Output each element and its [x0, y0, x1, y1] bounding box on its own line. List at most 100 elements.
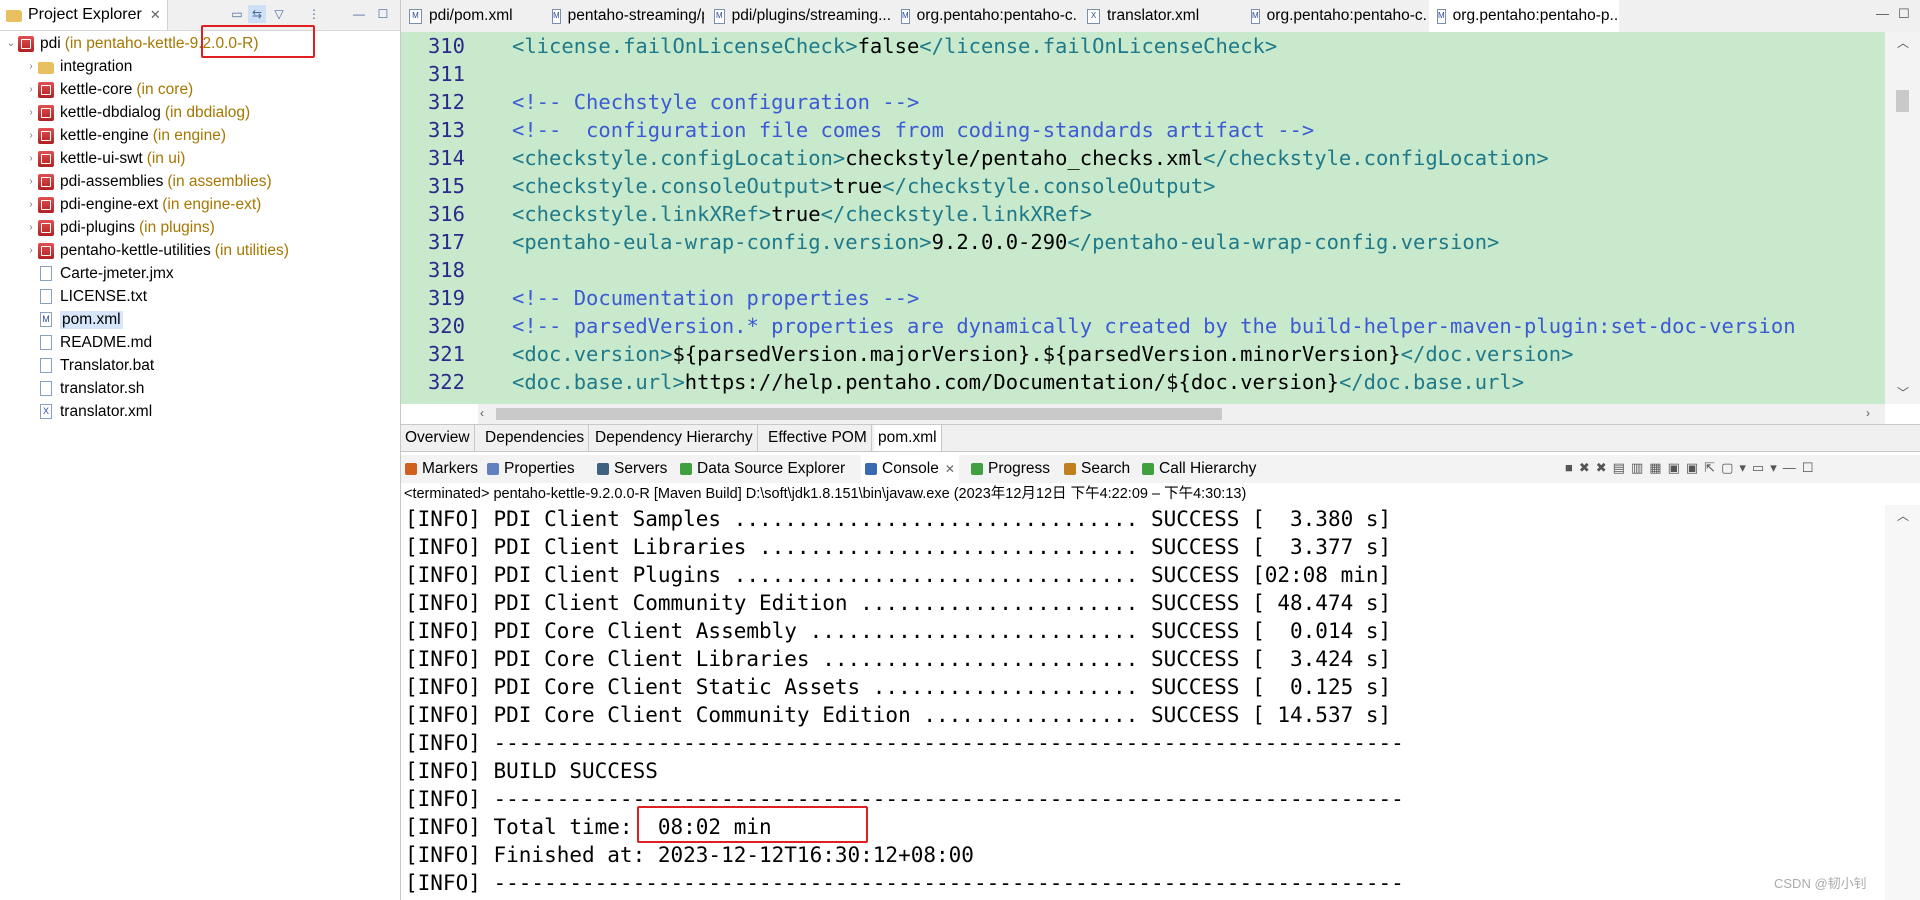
- maximize-icon[interactable]: ☐: [374, 5, 392, 23]
- console-line: [INFO] PDI Client Libraries ............…: [405, 535, 1392, 559]
- editor-tab-label: org.pentaho:pentaho-p...: [1452, 7, 1619, 24]
- tree-item[interactable]: › kettle-core (in core): [0, 78, 400, 101]
- tree-item[interactable]: › kettle-ui-swt (in ui): [0, 147, 400, 170]
- console-vertical-scrollbar[interactable]: ︿: [1885, 505, 1920, 900]
- remove-launch-icon[interactable]: ✖: [1579, 460, 1590, 478]
- editor-scroll-thumb[interactable]: [1896, 90, 1909, 112]
- tree-item[interactable]: › integration: [0, 55, 400, 78]
- tree-item[interactable]: › pdi-plugins (in plugins): [0, 216, 400, 239]
- view-tab[interactable]: Call Hierarchy: [1142, 455, 1256, 483]
- chevron-right-icon[interactable]: ›: [24, 84, 38, 95]
- pom-tab[interactable]: Effective POM: [764, 425, 872, 451]
- terminate-icon[interactable]: ■: [1565, 460, 1573, 478]
- line-number: 315: [427, 174, 465, 198]
- tree-item[interactable]: › pentaho-kettle-utilities (in utilities): [0, 239, 400, 262]
- tree-item[interactable]: Translator.bat: [0, 354, 400, 377]
- chevron-right-icon[interactable]: ›: [24, 61, 38, 72]
- xml-file-icon: M: [1251, 8, 1260, 24]
- pom-tab[interactable]: pom.xml: [874, 425, 942, 451]
- tree-item[interactable]: LICENSE.txt: [0, 285, 400, 308]
- minimize-icon[interactable]: —: [350, 5, 368, 23]
- scroll-up-icon[interactable]: ︿: [1897, 34, 1909, 51]
- show-console-output-icon[interactable]: ▣: [1668, 460, 1680, 478]
- close-icon[interactable]: ✕: [945, 462, 955, 476]
- scroll-down-icon[interactable]: ﹀: [1897, 384, 1909, 401]
- chevron-right-icon[interactable]: ›: [24, 130, 38, 141]
- xml-file-icon: M: [901, 8, 910, 24]
- console-maximize-icon[interactable]: ☐: [1802, 460, 1814, 478]
- xml-tag: <checkstyle.consoleOutput>: [512, 174, 833, 198]
- tree-item[interactable]: Carte-jmeter.jmx: [0, 262, 400, 285]
- editor-tab[interactable]: Mpentaho-streaming/po...: [544, 0, 704, 32]
- view-tab[interactable]: Servers: [597, 455, 667, 483]
- horizontal-scroll-thumb[interactable]: [496, 408, 1222, 420]
- tree-item[interactable]: README.md: [0, 331, 400, 354]
- scroll-up-icon[interactable]: ︿: [1897, 507, 1909, 524]
- chevron-right-icon[interactable]: ›: [24, 107, 38, 118]
- view-tab-icon: [405, 463, 417, 475]
- view-menu-icon[interactable]: ▾: [1770, 460, 1777, 478]
- project-explorer-tab[interactable]: Project Explorer ✕: [0, 0, 168, 30]
- console-output[interactable]: [INFO] PDI Client Samples ..............…: [401, 505, 1885, 900]
- word-wrap-icon[interactable]: ▦: [1649, 460, 1661, 478]
- clear-console-icon[interactable]: ▤: [1613, 460, 1625, 478]
- tree-item[interactable]: ⌄ pdi (in pentaho-kettle-9.2.0.0-R): [0, 32, 400, 55]
- filter-icon[interactable]: ▽: [270, 5, 288, 23]
- tree-item[interactable]: Xtranslator.xml: [0, 400, 400, 423]
- link-with-editor-icon[interactable]: ⇆: [248, 5, 266, 23]
- editor-tab[interactable]: Xtranslator.xml: [1079, 0, 1241, 32]
- show-console-error-icon[interactable]: ▣: [1686, 460, 1698, 478]
- editor-tab[interactable]: Morg.pentaho:pentaho-p...✕: [1429, 0, 1619, 32]
- code-line: 319 <!-- Documentation properties -->: [401, 284, 919, 312]
- new-console-icon[interactable]: ▭: [1752, 460, 1764, 478]
- chevron-right-icon[interactable]: ›: [24, 199, 38, 210]
- tree-item-location: (in dbdialog): [164, 103, 251, 121]
- editor-tab[interactable]: Morg.pentaho:pentaho-c...: [893, 0, 1077, 32]
- view-tab[interactable]: Data Source Explorer: [680, 455, 845, 483]
- console-line: [INFO] PDI Core Client Assembly ........…: [405, 619, 1392, 643]
- maximize-icon[interactable]: ☐: [1898, 6, 1910, 22]
- editor-horizontal-scrollbar[interactable]: ‹ ›: [478, 404, 1885, 424]
- close-icon[interactable]: ✕: [150, 7, 161, 23]
- tree-item[interactable]: › kettle-dbdialog (in dbdialog): [0, 101, 400, 124]
- tree-item[interactable]: translator.sh: [0, 377, 400, 400]
- chevron-right-icon[interactable]: ›: [24, 245, 38, 256]
- remove-all-icon[interactable]: ✖: [1596, 460, 1607, 478]
- tree-item[interactable]: › pdi-assemblies (in assemblies): [0, 170, 400, 193]
- pom-tab[interactable]: Dependency Hierarchy: [591, 425, 758, 451]
- pom-tab[interactable]: Overview: [401, 425, 475, 451]
- scroll-right-icon[interactable]: ›: [1866, 406, 1870, 420]
- chevron-right-icon[interactable]: ›: [24, 222, 38, 233]
- tree-item-label: pentaho-kettle-utilities: [60, 241, 211, 259]
- pin-console-icon[interactable]: ⇱: [1704, 460, 1715, 478]
- console-minimize-icon[interactable]: —: [1783, 460, 1796, 478]
- tree-item[interactable]: › kettle-engine (in engine): [0, 124, 400, 147]
- view-menu-icon[interactable]: ⋮: [305, 5, 323, 23]
- tree-item[interactable]: › pdi-engine-ext (in engine-ext): [0, 193, 400, 216]
- display-console-icon[interactable]: ▢: [1721, 460, 1733, 478]
- scroll-left-icon[interactable]: ‹: [480, 406, 484, 420]
- view-tab[interactable]: Console ✕: [861, 455, 959, 483]
- collapse-all-icon[interactable]: ▭: [228, 5, 246, 23]
- minimize-icon[interactable]: —: [1876, 6, 1889, 21]
- view-tab[interactable]: Markers: [405, 455, 478, 483]
- tree-item-label: pdi-plugins: [60, 218, 135, 236]
- xml-tag: </doc.version>: [1400, 342, 1574, 366]
- view-tab[interactable]: Properties: [487, 455, 575, 483]
- view-tab[interactable]: Search: [1064, 455, 1130, 483]
- pom-xml-source-editor[interactable]: 310 <license.failOnLicenseCheck>false</li…: [401, 32, 1885, 404]
- view-tab-label: Search: [1081, 460, 1131, 477]
- scroll-lock-icon[interactable]: ▥: [1631, 460, 1643, 478]
- editor-tab[interactable]: Mpdi/pom.xml: [401, 0, 541, 32]
- code-line: 311: [401, 60, 512, 88]
- view-tab[interactable]: Progress: [971, 455, 1050, 483]
- open-console-icon[interactable]: ▾: [1739, 460, 1746, 478]
- chevron-down-icon[interactable]: ⌄: [4, 38, 18, 49]
- editor-vertical-scrollbar[interactable]: ︿ ﹀: [1885, 32, 1920, 404]
- editor-tab[interactable]: Mpdi/plugins/streaming...: [706, 0, 891, 32]
- editor-tab[interactable]: Morg.pentaho:pentaho-c...: [1243, 0, 1427, 32]
- tree-item[interactable]: Mpom.xml: [0, 308, 400, 331]
- chevron-right-icon[interactable]: ›: [24, 176, 38, 187]
- pom-tab[interactable]: Dependencies: [481, 425, 590, 451]
- chevron-right-icon[interactable]: ›: [24, 153, 38, 164]
